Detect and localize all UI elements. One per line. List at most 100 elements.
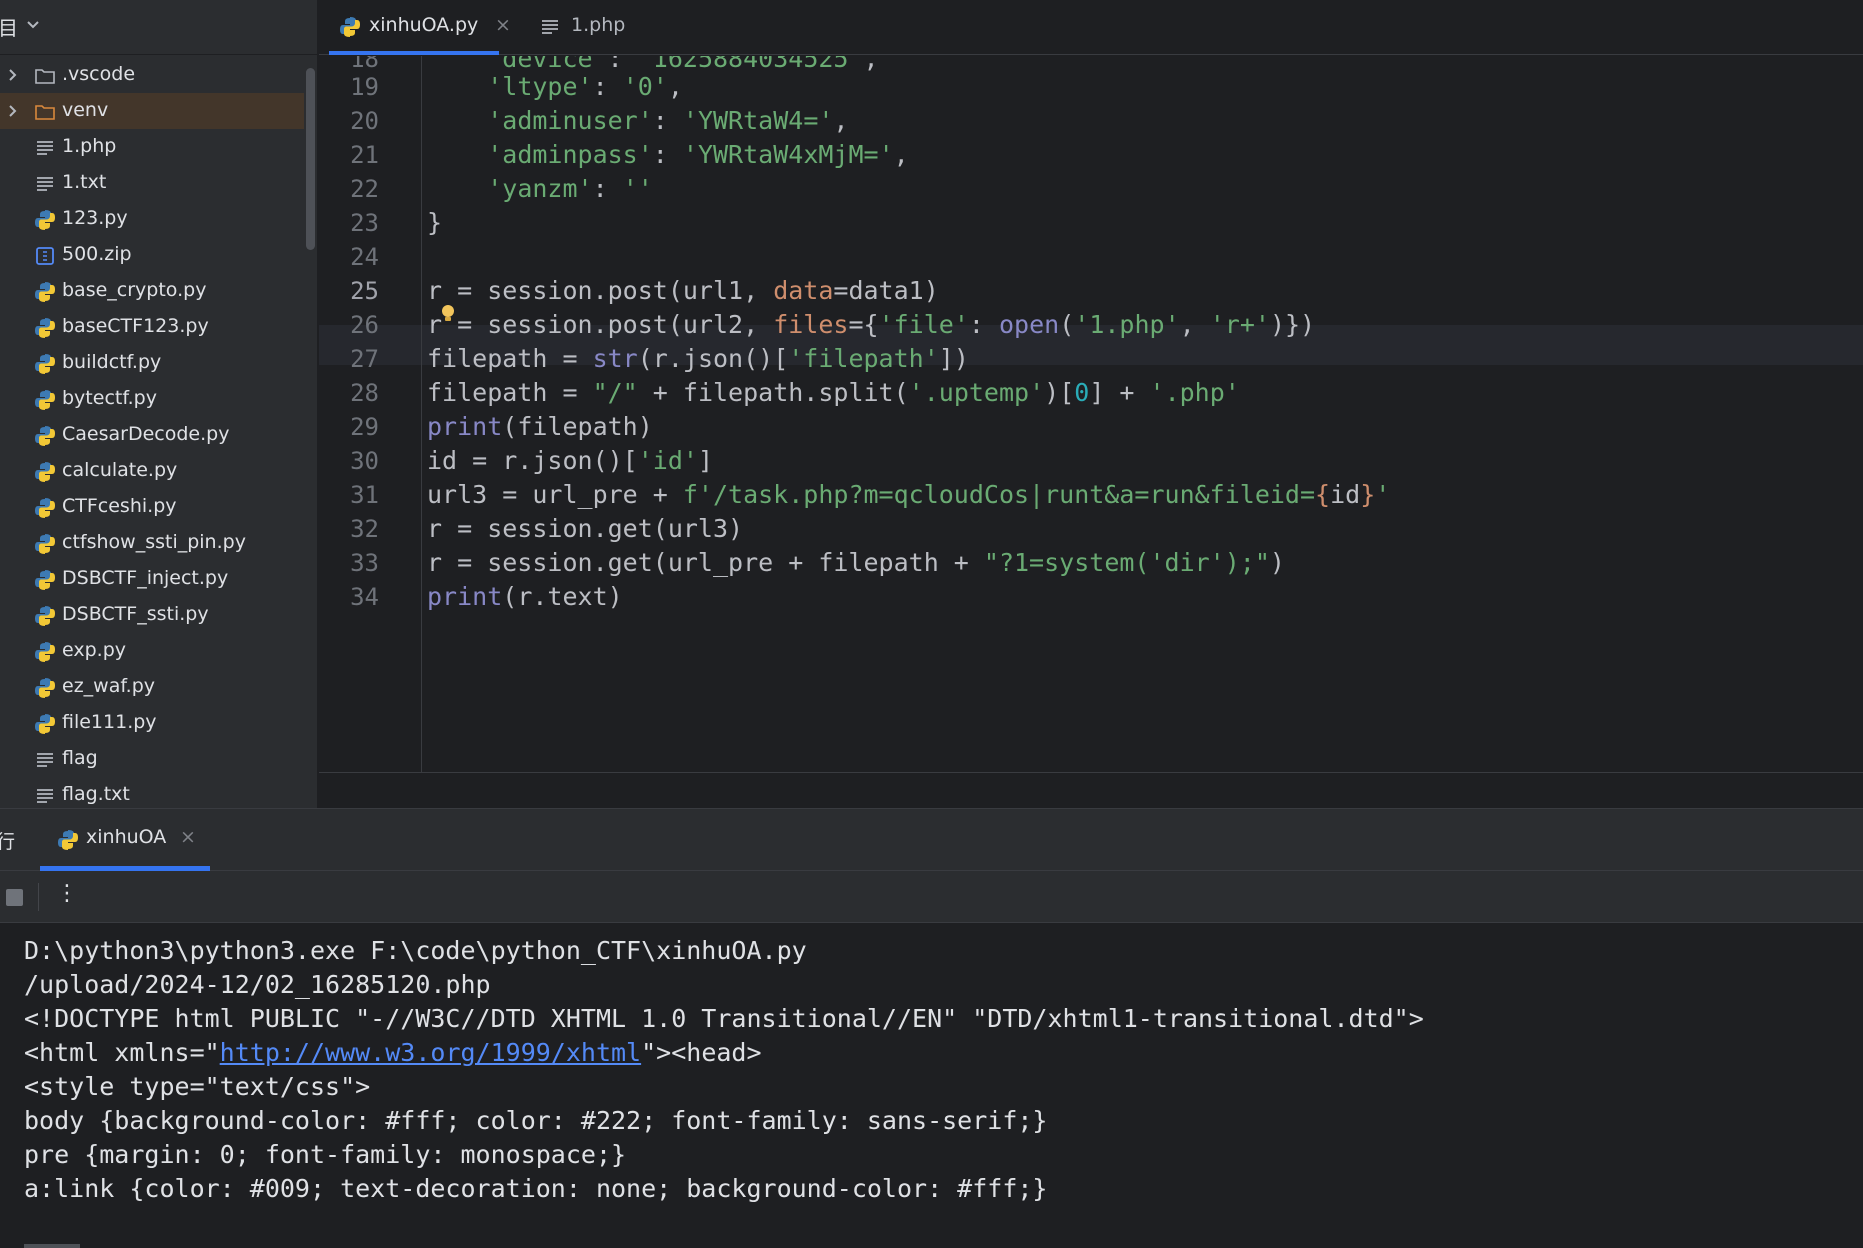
close-icon[interactable]: ×: [495, 14, 511, 36]
python-icon: [35, 498, 55, 518]
editor-tab-bar: xinhuOA.py × 1.php: [319, 0, 1863, 55]
code-line: }: [427, 208, 443, 237]
tree-item-label: venv: [62, 99, 109, 121]
editor-horizontal-scroll-area: [319, 772, 1863, 808]
python-icon: [35, 714, 55, 734]
python-icon: [58, 830, 78, 850]
tab-xinhuoa-py[interactable]: xinhuOA.py ×: [329, 0, 511, 55]
toolbar-divider: [38, 883, 39, 911]
folder-icon: [35, 105, 55, 120]
run-panel-title: 行: [0, 831, 16, 853]
stop-icon[interactable]: [6, 889, 23, 906]
tree-item-flag-txt[interactable]: flag.txt: [0, 777, 304, 808]
code-editor[interactable]: 18 19 20 21 22 23 24 25 26 27 28 29 30 3…: [319, 56, 1863, 772]
tree-item-label: calculate.py: [62, 459, 178, 481]
tree-item-label: buildctf.py: [62, 351, 162, 373]
chevron-down-icon[interactable]: [26, 20, 40, 30]
console-link[interactable]: http://www.w3.org/1999/xhtml: [220, 1038, 641, 1067]
line-number-gutter: 18 19 20 21 22 23 24 25 26 27 28 29 30 3…: [319, 56, 422, 772]
tree-item-label: .vscode: [62, 63, 136, 85]
tab-label: 1.php: [571, 14, 626, 36]
sidebar-scrollbar[interactable]: [306, 68, 315, 250]
project-tree: .vscode venv 1.php 1.txt 123.py 500.zip …: [0, 57, 304, 808]
text-file-icon: [37, 753, 53, 767]
tree-item-123-py[interactable]: 123.py: [0, 201, 304, 237]
tree-item-venv[interactable]: venv: [0, 93, 304, 129]
tree-item-label: ez_waf.py: [62, 675, 155, 697]
python-icon: [340, 17, 360, 37]
tree-item-ctfceshi-py[interactable]: CTFceshi.py: [0, 489, 304, 525]
tree-item-vscode[interactable]: .vscode: [0, 57, 304, 93]
text-file-icon: [542, 20, 558, 34]
tree-item-label: 500.zip: [62, 243, 132, 265]
text-file-icon: [37, 789, 53, 803]
run-tab-xinhuoa[interactable]: xinhuOA ×: [40, 809, 210, 871]
console-output[interactable]: D:\python3\python3.exe F:\code\python_CT…: [0, 923, 1863, 1248]
tree-item-label: 1.php: [62, 135, 117, 157]
console-line: a:link {color: #009; text-decoration: no…: [24, 1174, 1048, 1203]
python-icon: [35, 606, 55, 626]
tree-item-label: 123.py: [62, 207, 128, 229]
tree-item-exp-py[interactable]: exp.py: [0, 633, 304, 669]
run-toolbar: ⋮: [0, 871, 1863, 923]
zip-icon: [36, 247, 54, 265]
tree-item-dsbctf-ssti-py[interactable]: DSBCTF_ssti.py: [0, 597, 304, 633]
chevron-right-icon[interactable]: [8, 68, 18, 82]
python-icon: [35, 354, 55, 374]
more-options-icon[interactable]: ⋮: [56, 881, 78, 906]
active-tab-indicator: [329, 51, 499, 55]
tree-item-label: 1.txt: [62, 171, 107, 193]
tree-item-label: CTFceshi.py: [62, 495, 177, 517]
folder-icon: [35, 69, 55, 84]
tree-item-label: baseCTF123.py: [62, 315, 209, 337]
python-icon: [35, 642, 55, 662]
tree-item-basectf123-py[interactable]: baseCTF123.py: [0, 309, 304, 345]
console-scrollbar[interactable]: [24, 1244, 80, 1248]
text-file-icon: [37, 141, 53, 155]
python-icon: [35, 570, 55, 590]
tree-item-caesardecode-py[interactable]: CaesarDecode.py: [0, 417, 304, 453]
tree-item-bytectf-py[interactable]: bytectf.py: [0, 381, 304, 417]
run-tool-window: 行 xinhuOA × ⋮ D:\python3\python3.exe F:\…: [0, 808, 1863, 1248]
python-icon: [35, 462, 55, 482]
tree-item-label: flag: [62, 747, 98, 769]
tree-item-calculate-py[interactable]: calculate.py: [0, 453, 304, 489]
python-icon: [35, 210, 55, 230]
tree-item-label: DSBCTF_ssti.py: [62, 603, 209, 625]
tree-item-label: exp.py: [62, 639, 127, 661]
tree-item-flag[interactable]: flag: [0, 741, 304, 777]
tree-item-1-txt[interactable]: 1.txt: [0, 165, 304, 201]
python-icon: [35, 282, 55, 302]
sidebar-header: 目: [0, 0, 317, 55]
tree-item-label: ctfshow_ssti_pin.py: [62, 531, 246, 553]
tree-item-label: base_crypto.py: [62, 279, 207, 301]
tab-1-php[interactable]: 1.php: [539, 0, 649, 55]
python-icon: [35, 534, 55, 554]
tree-item-buildctf-py[interactable]: buildctf.py: [0, 345, 304, 381]
tree-item-base-crypto-py[interactable]: base_crypto.py: [0, 273, 304, 309]
text-file-icon: [37, 177, 53, 191]
tree-item-dsbctf-inject-py[interactable]: DSBCTF_inject.py: [0, 561, 304, 597]
code-line: 'yanzm': '': [487, 174, 653, 203]
tree-item-ctfshow-ssti-pin-py[interactable]: ctfshow_ssti_pin.py: [0, 525, 304, 561]
tree-item-label: DSBCTF_inject.py: [62, 567, 229, 589]
tree-item-500-zip[interactable]: 500.zip: [0, 237, 304, 273]
code-line: print(r.text): [427, 582, 623, 611]
python-icon: [35, 318, 55, 338]
tree-item-label: file111.py: [62, 711, 157, 733]
tree-item-ez-waf-py[interactable]: ez_waf.py: [0, 669, 304, 705]
sidebar-title: 目: [0, 16, 18, 40]
tree-item-label: CaesarDecode.py: [62, 423, 230, 445]
project-sidebar: 目 .vscode venv 1.php 1.txt 123.py 500.zi…: [0, 0, 318, 808]
tree-item-1-php[interactable]: 1.php: [0, 129, 304, 165]
tree-item-file111-py[interactable]: file111.py: [0, 705, 304, 741]
console-text: <html xmlns=": [24, 1038, 220, 1067]
tree-item-label: flag.txt: [62, 783, 130, 805]
chevron-right-icon[interactable]: [8, 104, 18, 118]
run-tab-label: xinhuOA: [86, 826, 167, 848]
python-icon: [35, 390, 55, 410]
console-text: "><head>: [641, 1038, 762, 1067]
close-icon[interactable]: ×: [180, 826, 196, 848]
tab-label: xinhuOA.py: [369, 14, 479, 36]
python-icon: [35, 426, 55, 446]
